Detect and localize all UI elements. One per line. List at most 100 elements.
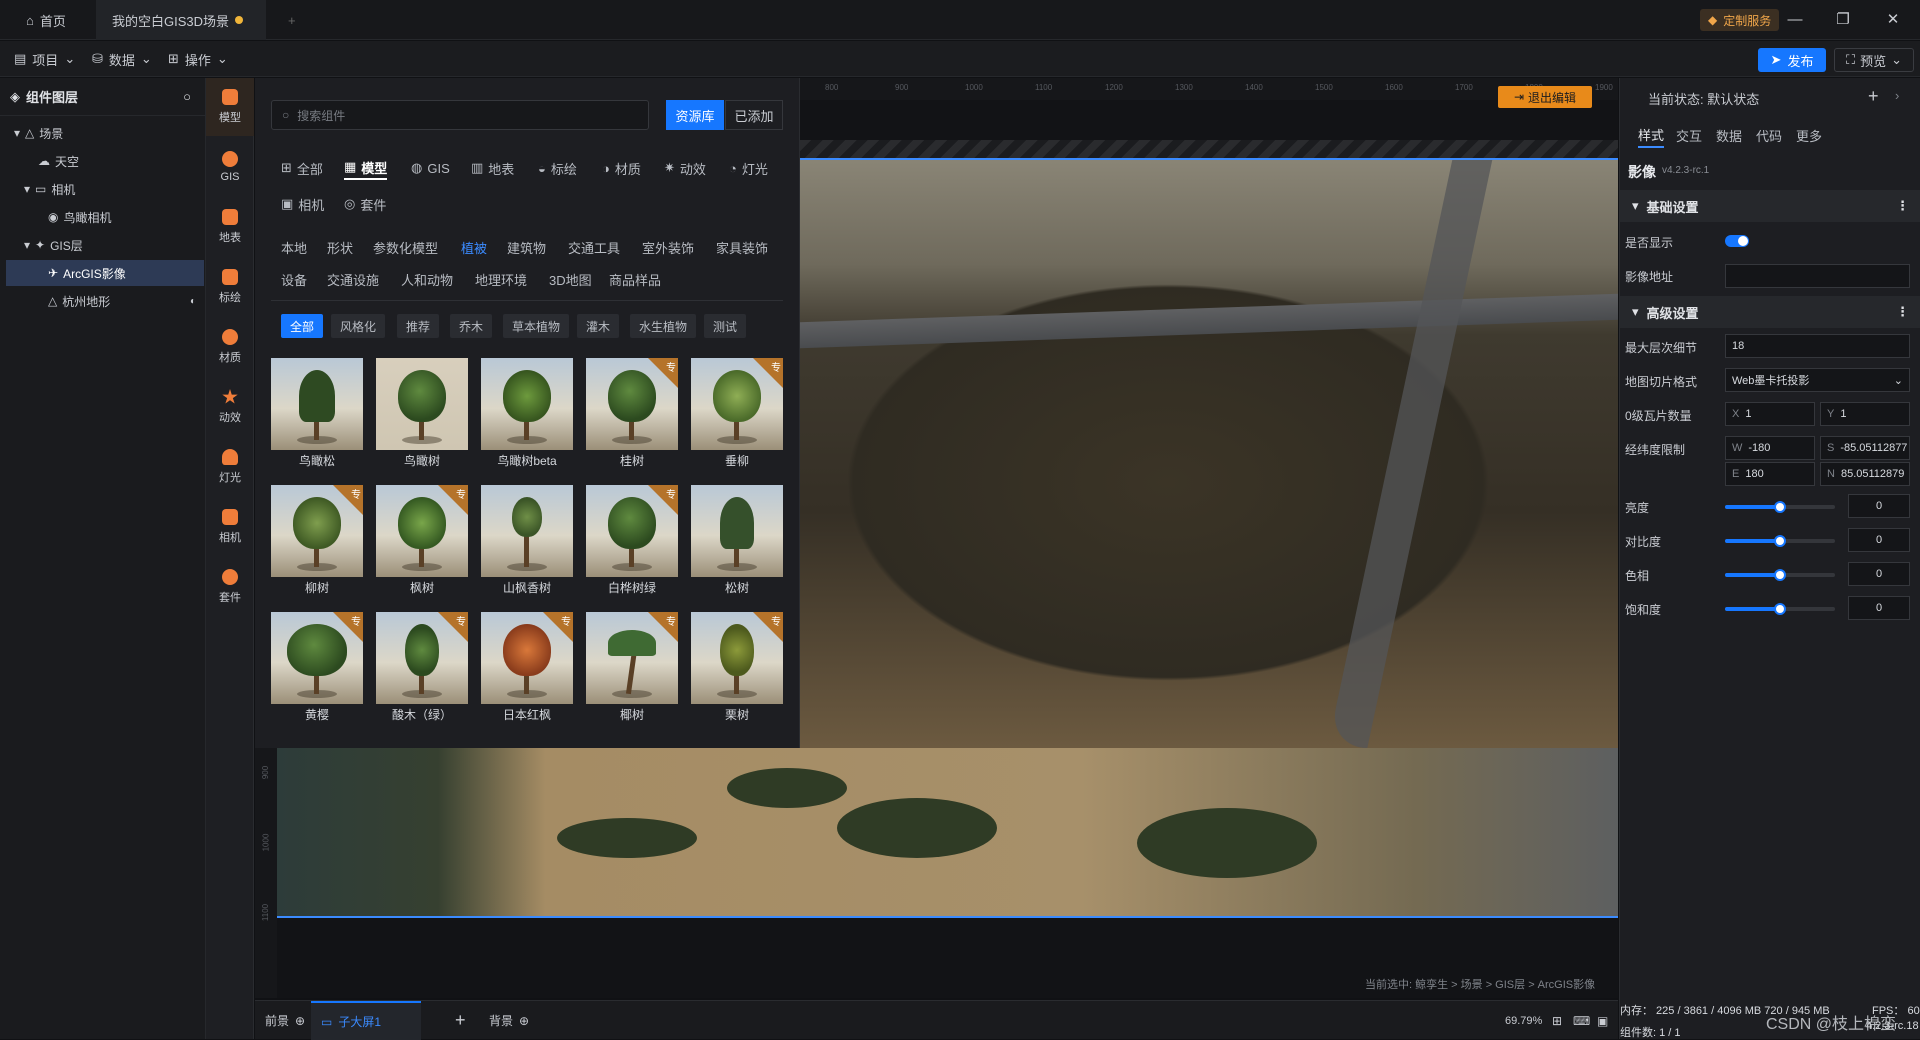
rail-surface[interactable]: 地表 [206, 198, 254, 256]
selection-top-edge[interactable] [800, 158, 1618, 160]
max-level-input[interactable]: 18 [1725, 334, 1910, 358]
bound-north-input[interactable]: N 85.05112879 [1820, 462, 1910, 486]
filter-arbor[interactable]: 乔木 [450, 314, 493, 338]
category-surface[interactable]: ▥ 地表 [471, 156, 514, 180]
tree-item-hangzhou-terrain[interactable]: △ 杭州地形 ◐ [6, 288, 204, 314]
category-all[interactable]: ⊞ 全部 [281, 156, 323, 180]
saturation-input[interactable]: 0 [1848, 596, 1910, 620]
tree-item-scene[interactable]: ▾ △ 场景 [6, 120, 204, 146]
category-kit[interactable]: ◎ 套件 [344, 192, 386, 216]
menu-project[interactable]: ▤ 项目 ⌄ [14, 41, 75, 77]
menu-operate[interactable]: ⊞ 操作 ⌄ [168, 41, 228, 77]
tab-scene[interactable]: 我的空白GIS3D场景 [96, 0, 266, 40]
tree-item-gis-layer[interactable]: ▾ ✦ GIS层 [6, 232, 204, 258]
custom-service-button[interactable]: ◆ 定制服务 [1700, 9, 1780, 31]
subtab-vegetation[interactable]: 植被 [461, 238, 487, 257]
model-card[interactable]: 专柳树 [271, 485, 363, 600]
satellite-imagery[interactable] [800, 158, 1618, 748]
rail-gis[interactable]: GIS [206, 138, 254, 196]
brightness-input[interactable]: 0 [1848, 494, 1910, 518]
tab-home[interactable]: ⌂ 首页 [10, 0, 82, 40]
section-advanced[interactable]: ▾ 高级设置 ⋮ [1620, 296, 1920, 328]
model-card[interactable]: 专黄樱 [271, 612, 363, 727]
search-icon[interactable]: ○ [183, 89, 191, 104]
subtab-outdoor-decor[interactable]: 室外装饰 [642, 238, 694, 257]
bound-west-input[interactable]: W -180 [1725, 436, 1815, 460]
filter-test[interactable]: 测试 [704, 314, 747, 338]
model-card[interactable]: 专酸木（绿） [376, 612, 468, 727]
component-search-input[interactable]: ○ 搜索组件 [271, 100, 649, 130]
tab-data[interactable]: 数据 [1716, 122, 1742, 148]
category-camera[interactable]: ▣ 相机 [281, 192, 324, 216]
tile-y-input[interactable]: Y1 [1820, 402, 1910, 426]
subtab-people-animals[interactable]: 人和动物 [401, 270, 453, 289]
tab-more[interactable]: 更多 [1796, 122, 1822, 148]
subtab-building[interactable]: 建筑物 [507, 238, 546, 257]
model-card[interactable]: 松树 [691, 485, 783, 600]
hue-input[interactable]: 0 [1848, 562, 1910, 586]
close-button[interactable]: ✕ [1880, 8, 1906, 32]
subtab-equipment[interactable]: 设备 [281, 270, 307, 289]
subtab-traffic[interactable]: 交通设施 [327, 270, 379, 289]
rail-material[interactable]: 材质 [206, 318, 254, 376]
bound-east-input[interactable]: E 180 [1725, 462, 1815, 486]
model-card[interactable]: 鸟瞰树beta [481, 358, 573, 473]
tab-style[interactable]: 样式 [1638, 122, 1665, 148]
category-plot[interactable]: ◒ 标绘 [538, 156, 577, 180]
selection-bottom-edge[interactable] [277, 916, 1618, 918]
tree-item-arcgis-imagery[interactable]: ✈ ArcGIS影像 [6, 260, 204, 286]
added-tab[interactable]: 已添加 [725, 100, 783, 130]
tiling-select[interactable]: Web墨卡托投影 ⌄ [1725, 368, 1910, 392]
subtab-furniture[interactable]: 家具装饰 [716, 238, 768, 257]
new-tab-button[interactable]: + [272, 0, 312, 40]
contrast-slider[interactable] [1725, 535, 1835, 547]
current-state[interactable]: 当前状态: 默认状态 [1648, 78, 1759, 118]
subtab-geo-env[interactable]: 地理环境 [475, 270, 527, 289]
tab-foreground[interactable]: 前景 ⊕ [265, 1001, 305, 1040]
rail-kit[interactable]: 套件 [206, 558, 254, 616]
category-gis[interactable]: ◍ GIS [411, 156, 450, 180]
category-effect[interactable]: ✷ 动效 [664, 156, 706, 180]
rail-effect[interactable]: 动效 [206, 378, 254, 436]
preview-button[interactable]: ⛶ 预览 ⌄ [1834, 48, 1914, 72]
tree-item-camera-group[interactable]: ▾ ▭ 相机 [6, 176, 204, 202]
menu-data[interactable]: ⛁ 数据 ⌄ [92, 41, 152, 77]
subtab-parametric[interactable]: 参数化模型 [373, 238, 438, 257]
category-model[interactable]: ▦ 模型 [344, 156, 388, 180]
chevron-right-icon[interactable]: › [1895, 88, 1899, 103]
filter-aquatic[interactable]: 水生植物 [630, 314, 697, 338]
model-card[interactable]: 鸟瞰树 [376, 358, 468, 473]
subtab-products[interactable]: 商品样品 [609, 270, 661, 289]
rail-plot[interactable]: 标绘 [206, 258, 254, 316]
filter-recommended[interactable]: 推荐 [397, 314, 440, 338]
model-card[interactable]: 专栗树 [691, 612, 783, 727]
satellite-imagery-lower[interactable] [277, 748, 1618, 918]
library-tab[interactable]: 资源库 [666, 100, 724, 130]
exit-edit-button[interactable]: ⇥ 退出编辑 [1498, 86, 1592, 108]
fit-screen-icon[interactable]: ⊞ [1552, 1001, 1562, 1040]
filter-stylized[interactable]: 风格化 [331, 314, 386, 338]
keyboard-icon[interactable]: ⌨ [1573, 1001, 1590, 1040]
tab-interaction[interactable]: 交互 [1676, 122, 1702, 148]
tab-sub-screen[interactable]: ▭ 子大屏1 [311, 1001, 421, 1040]
brightness-slider[interactable] [1725, 501, 1835, 513]
subtab-local[interactable]: 本地 [281, 238, 307, 257]
model-card[interactable]: 专椰树 [586, 612, 678, 727]
publish-button[interactable]: ➤ 发布 [1758, 48, 1826, 72]
hidden-eye-icon[interactable]: ◐ [190, 296, 196, 307]
tree-item-sky[interactable]: ☁ 天空 [6, 148, 204, 174]
tab-code[interactable]: 代码 [1756, 122, 1782, 148]
rail-camera[interactable]: 相机 [206, 498, 254, 556]
contrast-input[interactable]: 0 [1848, 528, 1910, 552]
category-material[interactable]: ◑ 材质 [602, 156, 641, 180]
rail-model[interactable]: 模型 [206, 78, 254, 136]
filter-all[interactable]: 全部 [281, 314, 324, 338]
model-card[interactable]: 鸟瞰松 [271, 358, 363, 473]
model-card[interactable]: 专桂树 [586, 358, 678, 473]
minimize-button[interactable]: — [1782, 8, 1808, 32]
add-state-icon[interactable]: + [1868, 86, 1879, 107]
model-card[interactable]: 专垂柳 [691, 358, 783, 473]
subtab-vehicle[interactable]: 交通工具 [568, 238, 620, 257]
bound-south-input[interactable]: S -85.05112877 [1820, 436, 1910, 460]
subtab-shape[interactable]: 形状 [327, 238, 353, 257]
